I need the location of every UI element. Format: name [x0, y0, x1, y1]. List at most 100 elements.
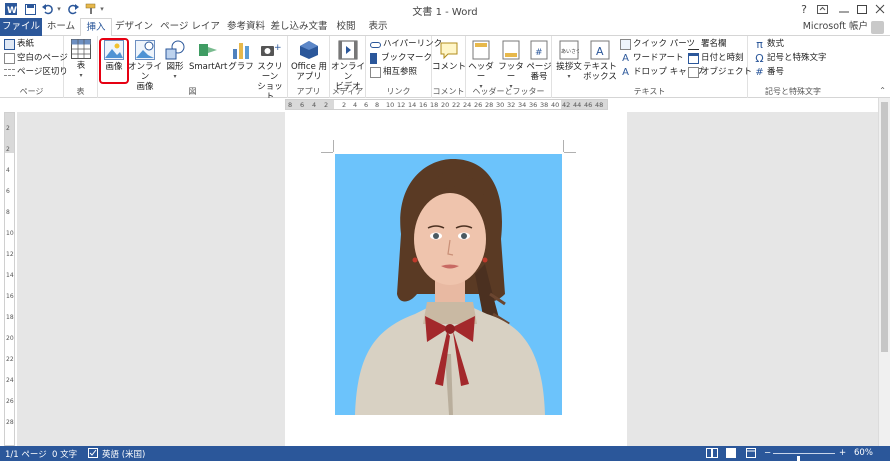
- office-apps-icon: [300, 41, 318, 59]
- svg-text:#: #: [535, 48, 543, 58]
- smartart-button[interactable]: SmartArt: [189, 40, 227, 72]
- vertical-ruler-number: 22: [6, 356, 14, 363]
- inserted-picture[interactable]: [335, 154, 562, 415]
- group-symbols: π 数式 Ω 記号と特殊文字 # 番号 記号と特殊文字: [748, 36, 838, 98]
- office-apps-label-1: Office 用: [290, 62, 327, 72]
- close-icon[interactable]: [866, 0, 890, 18]
- language-status[interactable]: 英語 (米国): [102, 448, 145, 460]
- textbox-button[interactable]: A テキスト ボックス: [583, 40, 617, 82]
- signature-line-button[interactable]: 署名欄: [688, 38, 727, 51]
- web-layout-icon[interactable]: [746, 448, 756, 461]
- tab-home[interactable]: ホーム: [44, 18, 78, 36]
- zoom-out-button[interactable]: −: [764, 448, 771, 458]
- group-label-apps: アプリ: [296, 87, 321, 96]
- ruler-number: 4: [353, 101, 358, 109]
- zoom-level[interactable]: 60%: [854, 448, 873, 458]
- cross-reference-button[interactable]: 相互参照: [370, 66, 417, 79]
- group-comments: コメント コメント: [432, 36, 466, 98]
- svg-text:あいさつ: あいさつ: [561, 48, 579, 55]
- read-mode-icon[interactable]: [706, 448, 718, 461]
- group-label-header-footer: ヘッダーとフッター: [472, 87, 545, 96]
- tab-design[interactable]: デザイン: [114, 18, 154, 36]
- word-count[interactable]: 0 文字: [52, 448, 77, 460]
- bookmark-icon: [370, 53, 377, 64]
- horizontal-ruler[interactable]: 8 6 4 2 2 4 6 8 10 12 14 16 18 20 22 24 26 28 30 32 34 36 38 40…: [0, 98, 890, 112]
- calendar-icon: [688, 53, 699, 64]
- vertical-ruler-number: 10: [6, 230, 14, 237]
- greeting-button[interactable]: あいさつ 挨拶文 ▾: [554, 40, 584, 82]
- group-header-footer: ヘッダー ▾ フッター ▾ # ページ 番号 ヘッダーとフッター: [466, 36, 552, 98]
- tab-mailings[interactable]: 差し込み文書: [268, 18, 330, 36]
- page-count[interactable]: 1/1 ページ: [5, 448, 47, 460]
- ruler-number: 28: [485, 101, 494, 109]
- tab-file[interactable]: ファイル: [0, 18, 42, 36]
- number-label: 番号: [767, 67, 785, 77]
- bookmark-button[interactable]: ブックマーク: [370, 52, 432, 65]
- word-window: W ▾ ▾ 文書 1 - Word ? ファイル ホーム 挿入 デザイン ページ…: [0, 0, 890, 461]
- ruler-number: 22: [452, 101, 461, 109]
- group-label-symbols: 記号と特殊文字: [765, 87, 821, 96]
- chart-label: グラフ: [228, 62, 254, 72]
- tab-review[interactable]: 校閲: [332, 18, 360, 36]
- number-button[interactable]: # 番号: [754, 66, 784, 79]
- online-picture-button[interactable]: オンライン 画像: [128, 40, 162, 92]
- tab-view[interactable]: 表示: [362, 18, 394, 36]
- comment-button[interactable]: コメント: [432, 40, 466, 72]
- crop-mark: [333, 140, 334, 152]
- proofing-icon[interactable]: [88, 448, 98, 461]
- online-video-button[interactable]: オンライン ビデオ: [330, 40, 366, 92]
- vertical-ruler[interactable]: 2 2 4 6 8 10 12 14 16 18 20 22 24 26 28: [4, 112, 15, 446]
- wordart-label: ワードアート: [633, 53, 684, 63]
- avatar[interactable]: [871, 21, 884, 34]
- tab-references[interactable]: 参考資料: [226, 18, 266, 36]
- quick-parts-icon: [620, 39, 631, 50]
- table-dropdown-icon: ▾: [79, 72, 83, 79]
- collapse-ribbon-icon[interactable]: ⌃: [879, 86, 886, 95]
- vertical-scrollbar[interactable]: [878, 98, 890, 446]
- page-number-button[interactable]: # ページ 番号: [526, 40, 552, 82]
- chart-button[interactable]: グラフ: [228, 40, 254, 72]
- page-break-button[interactable]: ページ区切り: [4, 66, 68, 79]
- page-number-icon: #: [530, 40, 548, 60]
- wordart-button[interactable]: A ワードアート: [620, 52, 684, 65]
- page-break-icon: [4, 69, 15, 76]
- ruler-number: 38: [540, 101, 549, 109]
- document-area[interactable]: [17, 112, 878, 446]
- table-button[interactable]: 表 ▾: [68, 39, 94, 81]
- header-button[interactable]: ヘッダー ▾: [466, 40, 496, 92]
- document-page[interactable]: [285, 112, 627, 446]
- cover-page-button[interactable]: 表紙: [4, 38, 34, 51]
- footer-button[interactable]: フッター ▾: [496, 40, 526, 92]
- blank-page-button[interactable]: 空白のページ: [4, 52, 68, 65]
- shapes-button[interactable]: 図形 ▾: [162, 40, 188, 82]
- title-bar: W ▾ ▾ 文書 1 - Word ?: [0, 0, 890, 18]
- cover-page-icon: [4, 39, 15, 50]
- zoom-in-button[interactable]: +: [839, 448, 846, 458]
- equation-button[interactable]: π 数式: [754, 38, 784, 51]
- zoom-slider[interactable]: [773, 453, 835, 461]
- smartart-icon: [199, 44, 217, 56]
- symbol-button[interactable]: Ω 記号と特殊文字: [754, 52, 826, 65]
- office-apps-button[interactable]: Office 用 アプリ: [289, 40, 329, 82]
- zoom-slider-thumb[interactable]: [796, 456, 800, 461]
- print-layout-icon[interactable]: [726, 448, 736, 461]
- tab-insert[interactable]: 挿入: [80, 18, 112, 37]
- vertical-ruler-number: 12: [6, 251, 14, 258]
- pi-icon: π: [756, 38, 763, 51]
- online-picture-icon: [135, 40, 155, 60]
- tab-page-layout[interactable]: ページ レイアウト: [156, 18, 224, 50]
- date-time-button[interactable]: 日付と時刻: [688, 52, 744, 65]
- ruler-number: 32: [507, 101, 516, 109]
- ruler-number: 16: [419, 101, 428, 109]
- account-name[interactable]: Microsoft 帳户: [803, 18, 868, 36]
- group-text: あいさつ 挨拶文 ▾ A テキスト ボックス クイック パーツ A ワードアート: [552, 36, 752, 98]
- table-label: 表: [76, 61, 86, 71]
- crop-mark: [563, 140, 564, 152]
- footer-label: フッター: [498, 62, 524, 82]
- svg-text:+: +: [274, 43, 281, 53]
- scrollbar-thumb[interactable]: [881, 102, 888, 352]
- shapes-label: 図形: [166, 62, 184, 72]
- object-button[interactable]: オブジェクト: [688, 66, 752, 79]
- greeting-icon: あいさつ: [559, 40, 579, 60]
- quick-parts-button[interactable]: クイック パーツ: [620, 38, 695, 51]
